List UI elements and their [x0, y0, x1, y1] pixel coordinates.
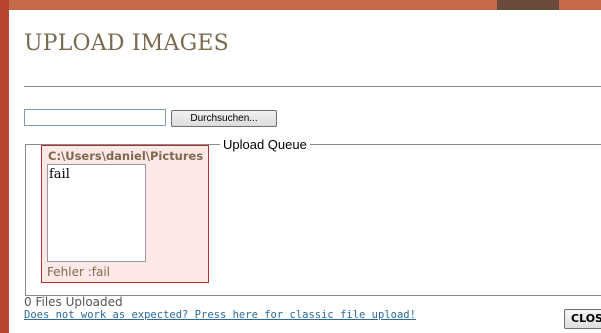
queue-item-thumbnail-text: fail — [49, 167, 70, 182]
classic-upload-link[interactable]: Does not work as expected? Press here fo… — [24, 309, 416, 321]
upload-queue-legend: Upload Queue — [220, 137, 310, 152]
background-image — [497, 0, 559, 10]
browse-button[interactable]: Durchsuchen... — [171, 110, 277, 127]
files-uploaded-status: 0 Files Uploaded — [24, 295, 123, 309]
close-button[interactable]: CLOSE — [564, 309, 601, 329]
background-edge — [0, 0, 9, 333]
title-divider — [24, 86, 601, 87]
queue-item: C:\Users\daniel\Pictures fail Fehler :fa… — [41, 145, 209, 283]
upload-dialog: UPLOAD IMAGES Durchsuchen... Upload Queu… — [9, 10, 601, 333]
file-path-input[interactable] — [24, 109, 166, 126]
queue-item-thumbnail: fail — [47, 164, 146, 262]
queue-item-error: Fehler :fail — [47, 265, 110, 279]
queue-item-path: C:\Users\daniel\Pictures — [48, 149, 204, 163]
dialog-title: UPLOAD IMAGES — [24, 31, 229, 56]
